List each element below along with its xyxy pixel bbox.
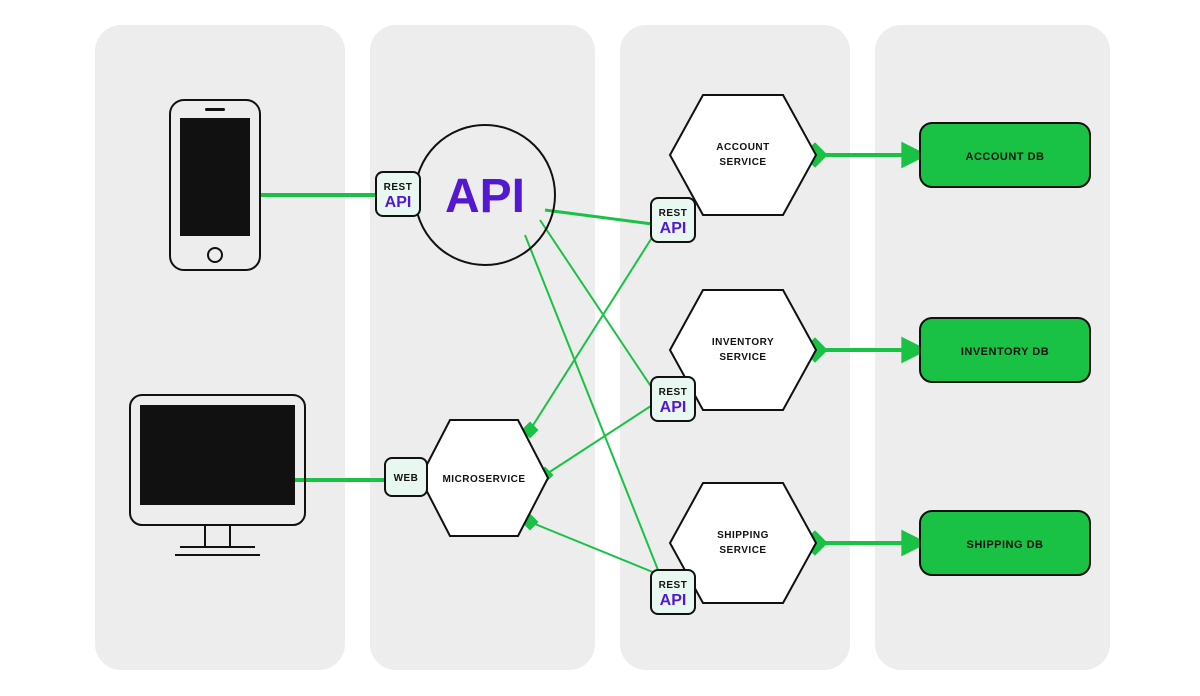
svg-text:SERVICE: SERVICE: [719, 157, 766, 168]
architecture-diagram: API REST API MICROSERVICE WEB ACCOUNT SE…: [0, 0, 1200, 696]
svg-text:REST: REST: [659, 208, 688, 219]
account-db-box: ACCOUNT DB: [920, 123, 1090, 187]
svg-text:API: API: [660, 592, 687, 609]
svg-text:INVENTORY DB: INVENTORY DB: [961, 346, 1049, 358]
svg-text:API: API: [445, 170, 525, 223]
svg-text:ACCOUNT: ACCOUNT: [716, 142, 770, 153]
rest-api-badge-inventory: REST API: [651, 377, 695, 421]
svg-text:REST: REST: [659, 580, 688, 591]
svg-text:REST: REST: [384, 182, 413, 193]
svg-text:SERVICE: SERVICE: [719, 352, 766, 363]
svg-text:SHIPPING DB: SHIPPING DB: [966, 539, 1043, 551]
shipping-db-box: SHIPPING DB: [920, 511, 1090, 575]
rest-api-badge-account: REST API: [651, 198, 695, 242]
svg-text:SHIPPING: SHIPPING: [717, 530, 769, 541]
svg-text:INVENTORY: INVENTORY: [712, 337, 774, 348]
svg-text:REST: REST: [659, 387, 688, 398]
svg-text:API: API: [660, 399, 687, 416]
svg-text:API: API: [385, 194, 412, 211]
svg-text:WEB: WEB: [394, 473, 419, 484]
svg-text:API: API: [660, 220, 687, 237]
svg-text:ACCOUNT DB: ACCOUNT DB: [966, 151, 1045, 163]
svg-text:MICROSERVICE: MICROSERVICE: [442, 474, 525, 485]
rest-api-badge-shipping: REST API: [651, 570, 695, 614]
web-badge: WEB: [385, 458, 427, 496]
rest-api-badge-mobile: REST API: [376, 172, 420, 216]
column-gateway: [370, 25, 595, 670]
svg-text:SERVICE: SERVICE: [719, 545, 766, 556]
inventory-db-box: INVENTORY DB: [920, 318, 1090, 382]
